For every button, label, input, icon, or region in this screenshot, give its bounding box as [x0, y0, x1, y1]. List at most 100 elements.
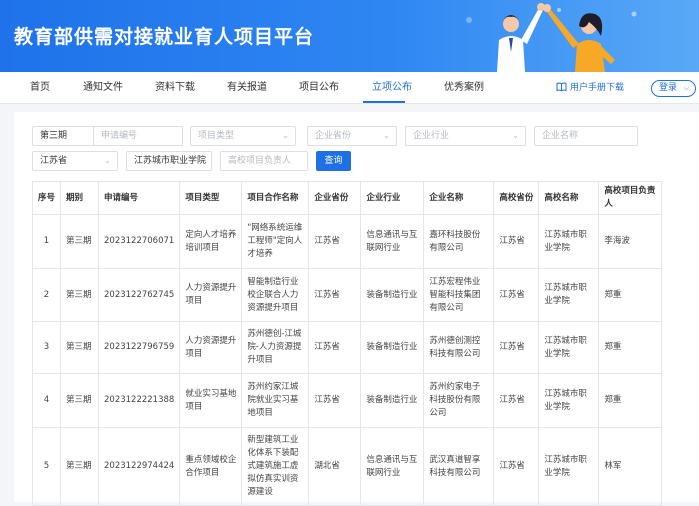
login-button[interactable]: 登录 ⌵: [651, 80, 696, 97]
cell-index: 5: [32, 427, 61, 506]
cell-uni-leader: 郑重: [598, 373, 663, 428]
col-header-ent-name: 企业名称: [423, 181, 495, 215]
cell-ent-industry: 装备制造行业: [360, 373, 425, 428]
chevron-down-icon: ⌄: [282, 131, 289, 140]
cell-uni-province: 江苏省: [493, 373, 540, 428]
cell-project-name: 智能制造行业校企联合人力资源提升项目: [241, 268, 310, 322]
project-type-select[interactable]: 项目类型 ⌄: [190, 126, 296, 146]
query-button[interactable]: 查询: [316, 151, 351, 171]
cell-uni-name: 江苏城市职业学院: [538, 214, 600, 269]
cell-uni-name: 江苏城市职业学院: [538, 373, 600, 428]
col-header-ent-industry: 企业行业: [360, 181, 425, 215]
col-header-index: 序号: [32, 181, 61, 215]
nav-downloads[interactable]: 资料下载: [155, 72, 195, 104]
cell-ent-province: 江苏省: [308, 373, 362, 428]
nav-home[interactable]: 首页: [30, 72, 50, 104]
nav-excellent-cases[interactable]: 优秀案例: [444, 72, 484, 104]
col-header-uni-province: 高校省份: [493, 181, 540, 215]
cell-ent-name: 苏州德创测控科技有限公司: [423, 321, 495, 374]
nav-reports[interactable]: 有关报道: [227, 72, 267, 104]
cell-uni-province: 江苏省: [493, 427, 540, 506]
banner-illustration: [466, 3, 637, 72]
col-header-apply-no: 申请编号: [97, 181, 181, 215]
col-header-uni-leader: 高校项目负责人: [598, 181, 663, 215]
cell-project-type: 重点领域校企合作项目: [179, 427, 243, 506]
table-row: 2 第三期 2023122762745 人力资源提升项目 智能制造行业校企联合人…: [32, 268, 663, 322]
cell-project-type: 人力资源提升项目: [179, 321, 243, 374]
batch-select-value: 第三期: [40, 131, 68, 141]
university-leader-input[interactable]: 高校项目负责人: [220, 151, 308, 171]
cell-uni-leader: 李海波: [598, 214, 663, 269]
cell-project-type: 人力资源提升项目: [179, 268, 243, 322]
apply-number-input[interactable]: 申请编号: [93, 126, 183, 146]
cell-apply-no: 2023122974424: [97, 427, 181, 506]
nav-project-announce[interactable]: 项目公布: [299, 72, 339, 104]
cell-ent-name: 苏州约家电子科技股份有限公司: [423, 373, 495, 428]
cell-project-name: 苏州德创-江城院-人力资源提升项目: [241, 321, 310, 374]
enterprise-province-placeholder: 企业省份: [315, 131, 352, 141]
chevron-down-icon: ⌵: [683, 84, 689, 92]
university-name-input[interactable]: 江苏城市职业学院: [126, 151, 212, 171]
enterprise-industry-placeholder: 企业行业: [413, 131, 450, 141]
cell-ent-industry: 信息通讯与互联网行业: [360, 214, 425, 269]
results-table: 序号 期别 申请编号 项目类型 项目合作名称 企业省份 企业行业 企业名称 高校…: [32, 181, 663, 506]
manual-download-label: 用户手册下载: [570, 83, 625, 93]
cell-period: 第三期: [60, 427, 99, 506]
col-header-project-type: 项目类型: [179, 181, 243, 215]
cell-ent-province: 江苏省: [308, 214, 362, 269]
cell-uni-leader: 郑重: [598, 321, 663, 374]
university-province-value: 江苏省: [40, 156, 68, 166]
cell-ent-industry: 装备制造行业: [360, 268, 425, 322]
cell-uni-name: 江苏城市职业学院: [538, 268, 600, 322]
cell-ent-name: 武汉真道智享科技有限公司: [423, 427, 495, 506]
col-header-project-name: 项目合作名称: [241, 181, 310, 215]
nav-notice-files[interactable]: 通知文件: [83, 72, 123, 104]
manual-download-link[interactable]: 用户手册下载: [556, 72, 624, 104]
cell-project-name: "网络系统运维工程师"定向人才培养: [241, 214, 310, 269]
cell-ent-industry: 装备制造行业: [360, 321, 425, 374]
col-header-uni-name: 高校名称: [538, 181, 600, 215]
cell-uni-province: 江苏省: [493, 268, 540, 322]
cell-project-name: 苏州约家江城院就业实习基地项目: [241, 373, 310, 428]
nav-approval-announce[interactable]: 立项公布: [372, 72, 412, 104]
enterprise-name-input[interactable]: 企业名称: [534, 126, 638, 146]
cell-project-name: 新型建筑工业化体系下装配式建筑施工虚拟仿真实训资源建设: [241, 427, 310, 506]
cell-index: 4: [32, 373, 61, 428]
enterprise-industry-select[interactable]: 企业行业 ⌄: [405, 126, 526, 146]
cell-apply-no: 2023122796759: [97, 321, 181, 374]
cell-index: 2: [32, 268, 61, 322]
cell-uni-province: 江苏省: [493, 214, 540, 269]
site-title: 教育部供需对接就业育人项目平台: [14, 26, 315, 48]
cell-index: 1: [32, 214, 61, 269]
cell-ent-industry: 信息通讯与互联网行业: [360, 427, 425, 506]
project-type-placeholder: 项目类型: [198, 131, 235, 141]
table-row: 4 第三期 2023122221388 就业实习基地项目 苏州约家江城院就业实习…: [32, 373, 663, 428]
main-nav: 首页 通知文件 资料下载 有关报道 项目公布 立项公布 优秀案例 用户手册下载 …: [0, 72, 699, 104]
cell-uni-province: 江苏省: [493, 321, 540, 374]
cell-ent-province: 江苏省: [308, 321, 362, 374]
cell-uni-leader: 林军: [598, 427, 663, 506]
table-row: 3 第三期 2023122796759 人力资源提升项目 苏州德创-江城院-人力…: [32, 321, 663, 374]
table-row: 1 第三期 2023122706071 定向人才培养培训项目 "网络系统运维工程…: [32, 214, 663, 269]
cell-ent-province: 江苏省: [308, 268, 362, 322]
login-label: 登录: [659, 83, 678, 93]
chevron-down-icon: ⌄: [512, 131, 519, 140]
cell-period: 第三期: [60, 321, 99, 374]
cell-period: 第三期: [60, 268, 99, 322]
col-header-period: 期别: [60, 181, 99, 215]
cell-period: 第三期: [60, 373, 99, 428]
cell-index: 3: [32, 321, 61, 374]
cell-period: 第三期: [60, 214, 99, 269]
header-banner: 教育部供需对接就业育人项目平台: [0, 0, 699, 72]
cell-project-type: 就业实习基地项目: [179, 373, 243, 428]
enterprise-province-select[interactable]: 企业省份 ⌄: [307, 126, 397, 146]
col-header-ent-province: 企业省份: [308, 181, 362, 215]
cell-uni-leader: 郑重: [598, 268, 663, 322]
cell-uni-name: 江苏城市职业学院: [538, 427, 600, 506]
cell-ent-name: 江苏宏程伟业智能科技集团有限公司: [423, 268, 495, 322]
cell-apply-no: 2023122762745: [97, 268, 181, 322]
table-row: 5 第三期 2023122974424 重点领域校企合作项目 新型建筑工业化体系…: [32, 427, 663, 506]
university-province-select[interactable]: 江苏省 ⌄: [32, 151, 118, 171]
cell-apply-no: 2023122221388: [97, 373, 181, 428]
cell-uni-name: 江苏城市职业学院: [538, 321, 600, 374]
